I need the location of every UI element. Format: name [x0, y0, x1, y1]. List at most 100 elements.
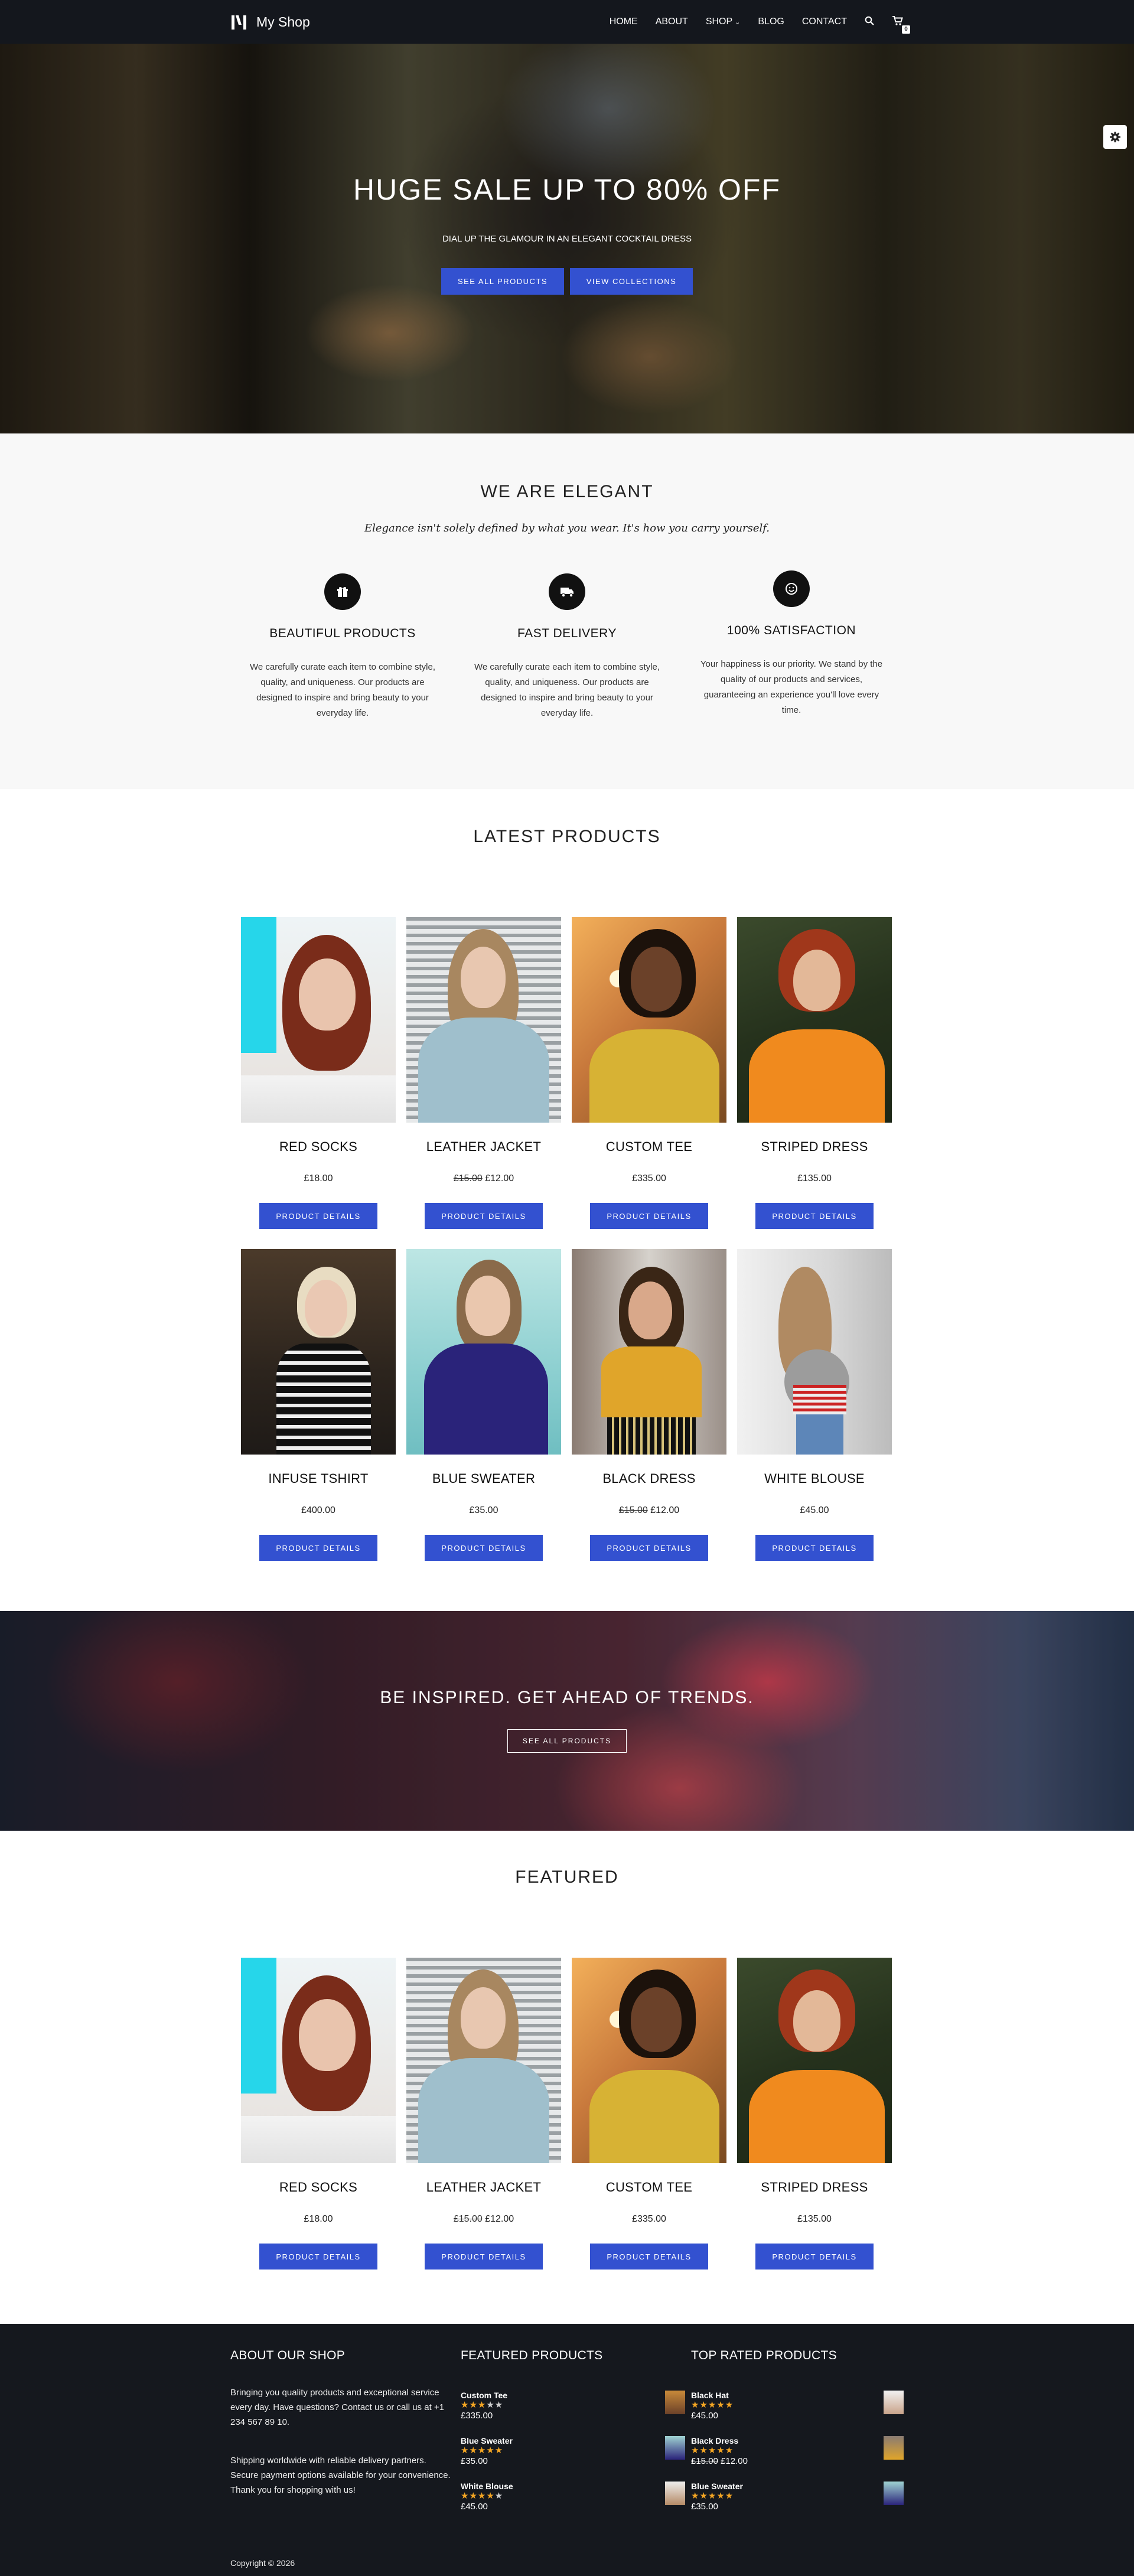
footer-product-item[interactable]: Black Dress ★★★★★ £15.00 £12.00 [691, 2436, 904, 2475]
product-image[interactable] [241, 1958, 396, 2163]
product-details-button[interactable]: PRODUCT DETAILS [755, 1203, 874, 1229]
view-collections-button[interactable]: VIEW COLLECTIONS [570, 268, 693, 295]
product-details-button[interactable]: PRODUCT DETAILS [259, 2244, 377, 2270]
promo-see-all-button[interactable]: SEE ALL PRODUCTS [507, 1729, 627, 1753]
nav-blog[interactable]: BLOG [758, 17, 784, 27]
copyright: Copyright © 2026 [230, 2558, 295, 2568]
nav-about[interactable]: ABOUT [656, 17, 688, 27]
star-rating: ★★★★★ [691, 2445, 734, 2456]
product-name[interactable]: LEATHER JACKET [406, 2180, 561, 2196]
product-details-button[interactable]: PRODUCT DETAILS [259, 1203, 377, 1229]
product-image[interactable] [406, 1249, 561, 1455]
product-details-button[interactable]: PRODUCT DETAILS [590, 2244, 708, 2270]
footer-product-item[interactable]: Custom Tee ★★★★★ £335.00 [461, 2391, 685, 2430]
product-image[interactable] [572, 917, 726, 1123]
product-card: STRIPED DRESS £135.00 PRODUCT DETAILS [737, 1958, 892, 2270]
chevron-down-icon: ⌄ [735, 19, 741, 26]
product-name[interactable]: LEATHER JACKET [406, 1139, 561, 1156]
footer-product-price: £45.00 [461, 2502, 488, 2512]
product-current-price: £18.00 [304, 2214, 333, 2224]
product-name[interactable]: WHITE BLOUSE [737, 1471, 892, 1488]
footer-product-item[interactable]: Black Hat ★★★★★ £45.00 [691, 2391, 904, 2430]
product-image[interactable] [406, 917, 561, 1123]
product-card: BLUE SWEATER £35.00 PRODUCT DETAILS [406, 1249, 561, 1561]
product-name[interactable]: STRIPED DRESS [737, 1139, 892, 1156]
feature-beautiful-products: BEAUTIFUL PRODUCTS We carefully curate e… [242, 573, 443, 721]
nav-home[interactable]: HOME [610, 17, 638, 27]
latest-products-grid: RED SOCKS £18.00 PRODUCT DETAILS LEATHER… [241, 917, 893, 1561]
product-name[interactable]: RED SOCKS [241, 2180, 396, 2196]
product-details-button[interactable]: PRODUCT DETAILS [259, 1535, 377, 1561]
feature-title: FAST DELIVERY [517, 627, 617, 640]
product-thumbnail [665, 2482, 685, 2505]
site-footer: ABOUT OUR SHOP Bringing you quality prod… [0, 2324, 1134, 2576]
footer-product-name: Blue Sweater [461, 2436, 513, 2445]
product-image[interactable] [572, 1958, 726, 2163]
product-image[interactable] [737, 1958, 892, 2163]
product-thumbnail [884, 2436, 904, 2460]
product-price: £400.00 [241, 1505, 396, 1517]
footer-product-name: Custom Tee [461, 2391, 508, 2400]
footer-product-item[interactable]: Blue Sweater ★★★★★ £35.00 [691, 2482, 904, 2520]
product-name[interactable]: CUSTOM TEE [572, 1139, 726, 1156]
feature-satisfaction: 100% SATISFACTION Your happiness is our … [691, 570, 892, 718]
product-name[interactable]: STRIPED DRESS [737, 2180, 892, 2196]
product-name[interactable]: BLUE SWEATER [406, 1471, 561, 1488]
product-current-price: £45.00 [800, 1505, 829, 1515]
footer-product-item[interactable]: White Blouse ★★★★★ £45.00 [461, 2482, 685, 2520]
featured-title: FEATURED [515, 1867, 619, 1887]
nav-contact[interactable]: CONTACT [802, 17, 847, 27]
product-image[interactable] [572, 1249, 726, 1455]
footer-about-title: ABOUT OUR SHOP [230, 2349, 346, 2362]
product-details-button[interactable]: PRODUCT DETAILS [590, 1535, 708, 1561]
product-image[interactable] [737, 1249, 892, 1455]
brand-logo[interactable]: My Shop [230, 13, 310, 31]
product-price: £18.00 [241, 1173, 396, 1185]
product-card: CUSTOM TEE £335.00 PRODUCT DETAILS [572, 1958, 726, 2270]
search-icon[interactable] [865, 16, 874, 28]
product-card: CUSTOM TEE £335.00 PRODUCT DETAILS [572, 917, 726, 1229]
feature-text: We carefully curate each item to combine… [249, 662, 436, 718]
footer-product-item[interactable]: Blue Sweater ★★★★★ £35.00 [461, 2436, 685, 2475]
product-name[interactable]: BLACK DRESS [572, 1471, 726, 1488]
product-image[interactable] [241, 1249, 396, 1455]
product-price: £15.00 £12.00 [406, 2214, 561, 2226]
star-rating: ★★★★★ [461, 2491, 504, 2501]
nav-shop[interactable]: SHOP ⌄ [706, 17, 741, 27]
product-details-button[interactable]: PRODUCT DETAILS [755, 2244, 874, 2270]
star-rating: ★★★★★ [461, 2445, 504, 2456]
product-name[interactable]: CUSTOM TEE [572, 2180, 726, 2196]
footer-product-price: £45.00 [691, 2411, 718, 2421]
cart-button[interactable]: 0 [892, 15, 910, 34]
product-thumbnail [665, 2436, 685, 2460]
product-card: LEATHER JACKET £15.00 £12.00 PRODUCT DET… [406, 917, 561, 1229]
product-name[interactable]: INFUSE TSHIRT [241, 1471, 396, 1488]
star-rating: ★★★★★ [461, 2400, 504, 2410]
product-details-button[interactable]: PRODUCT DETAILS [425, 1203, 543, 1229]
product-price: £135.00 [737, 2214, 892, 2226]
product-details-button[interactable]: PRODUCT DETAILS [425, 2244, 543, 2270]
product-image[interactable] [406, 1958, 561, 2163]
footer-product-price: £335.00 [461, 2411, 493, 2421]
see-all-products-button[interactable]: SEE ALL PRODUCTS [441, 268, 564, 295]
footer-featured-title: FEATURED PRODUCTS [461, 2349, 603, 2362]
logo-icon [232, 15, 246, 30]
product-details-button[interactable]: PRODUCT DETAILS [590, 1203, 708, 1229]
promo-overlay [0, 1611, 1134, 1831]
product-current-price: £12.00 [485, 2214, 514, 2224]
product-details-button[interactable]: PRODUCT DETAILS [425, 1535, 543, 1561]
product-details-button[interactable]: PRODUCT DETAILS [755, 1535, 874, 1561]
site-header: My Shop HOME ABOUT SHOP ⌄ BLOG CONTACT 0 [0, 0, 1134, 44]
product-current-price: £135.00 [797, 2214, 832, 2224]
product-image[interactable] [241, 917, 396, 1123]
product-price: £15.00 £12.00 [572, 1505, 726, 1517]
footer-product-name: Black Dress [691, 2436, 739, 2445]
settings-button[interactable] [1103, 125, 1127, 149]
product-current-price: £335.00 [632, 2214, 666, 2224]
product-image[interactable] [737, 917, 892, 1123]
cart-icon [892, 15, 903, 25]
product-name[interactable]: RED SOCKS [241, 1139, 396, 1156]
product-current-price: £18.00 [304, 1173, 333, 1183]
feature-text: We carefully curate each item to combine… [474, 662, 660, 718]
star-rating: ★★★★★ [691, 2400, 734, 2410]
